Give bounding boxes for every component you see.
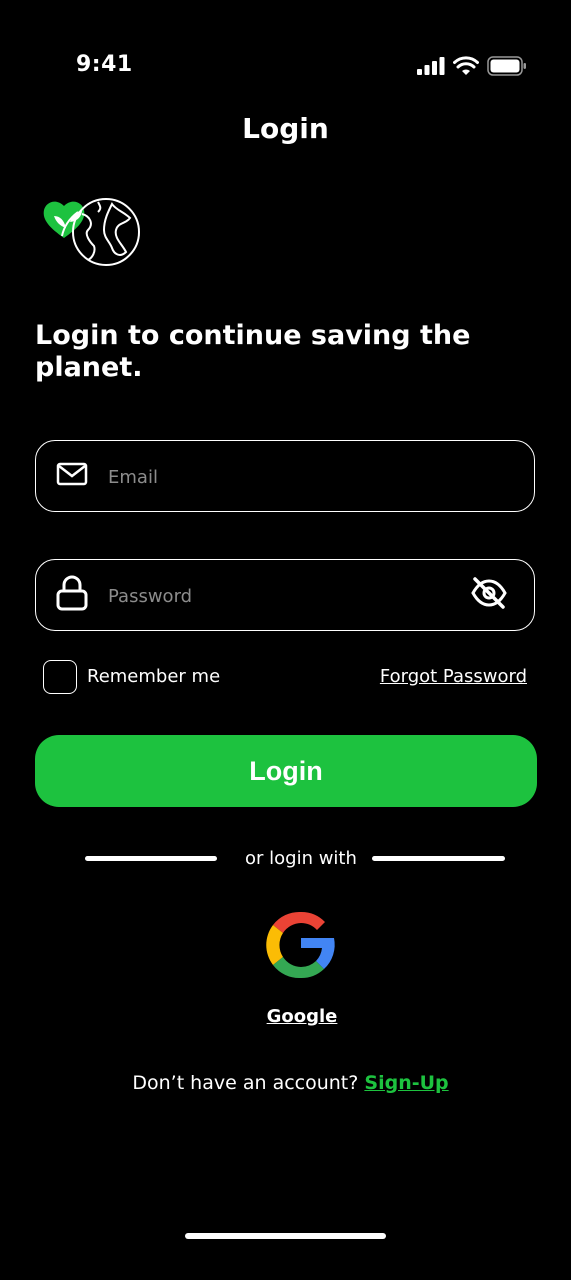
signup-prompt: Don’t have an account? (132, 1072, 365, 1094)
lock-icon (56, 575, 88, 615)
forgot-password-link[interactable]: Forgot Password (380, 666, 527, 687)
mail-icon (56, 462, 88, 490)
heart-leaf-icon (43, 201, 85, 238)
password-field[interactable] (35, 559, 535, 632)
remember-checkbox[interactable] (43, 660, 77, 694)
password-input[interactable] (106, 560, 470, 632)
signup-link[interactable]: Sign-Up (364, 1072, 448, 1094)
remember-label: Remember me (87, 666, 221, 687)
status-icons (417, 56, 527, 80)
email-input[interactable] (106, 441, 470, 513)
signal-icon (417, 57, 445, 79)
battery-icon (487, 56, 527, 80)
globe-icon (72, 198, 140, 266)
login-button[interactable]: Login (35, 735, 537, 807)
wifi-icon (453, 56, 479, 80)
signup-row: Don’t have an account? Sign-Up (0, 1072, 571, 1094)
google-login-link[interactable]: Google (0, 1006, 571, 1027)
divider-left (85, 856, 217, 861)
google-icon[interactable] (264, 908, 338, 986)
email-field[interactable] (35, 440, 535, 513)
page-title: Login (242, 112, 329, 145)
home-indicator (185, 1233, 386, 1239)
headline: Login to continue saving the planet. (35, 320, 471, 383)
status-time: 9:41 (76, 52, 133, 77)
app-logo (42, 196, 144, 274)
divider-right (372, 856, 505, 861)
or-login-with-text: or login with (245, 848, 357, 869)
eye-off-icon[interactable] (470, 576, 508, 614)
